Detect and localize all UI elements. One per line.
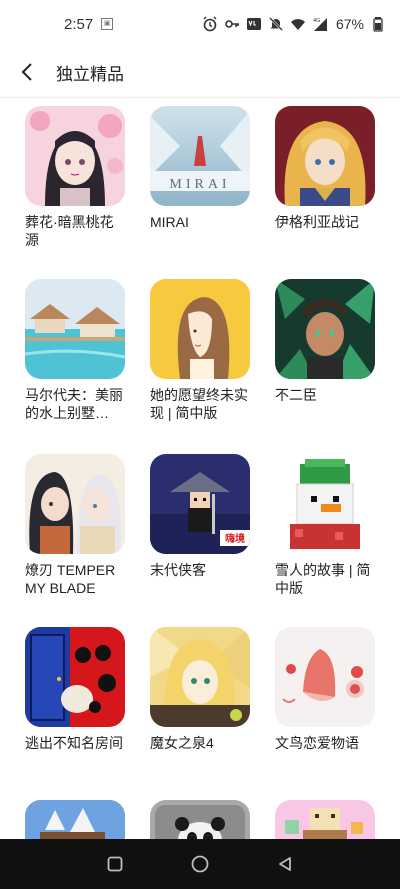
- recents-button[interactable]: [101, 850, 129, 878]
- app-tile[interactable]: 雪人的故事 | 简中版: [275, 454, 379, 597]
- app-name: 伊格利亚战记: [275, 214, 359, 230]
- mute-icon: [268, 16, 284, 32]
- home-circle-icon: [191, 855, 209, 873]
- witch-art: [150, 627, 250, 727]
- pixel-snowman-art: [275, 454, 375, 554]
- status-bar: 2:57 ▣ 4G 67%: [0, 0, 400, 48]
- girl-profile-art: [150, 279, 250, 379]
- back-button[interactable]: [4, 48, 52, 96]
- app-tile[interactable]: 文鸟恋爱物语: [275, 627, 379, 752]
- alarm-icon: [202, 16, 218, 32]
- green-leaves-man-art: [275, 279, 375, 379]
- door-room-art: [25, 627, 125, 727]
- app-tile[interactable]: MIRAI MIRAI: [150, 106, 254, 231]
- app-name: 魔女之泉4: [150, 735, 214, 751]
- key-icon: [224, 16, 240, 32]
- blonde-knight-art: [275, 106, 375, 206]
- app-name: 逃出不知名房间: [25, 735, 123, 751]
- pixel-food-art: [275, 800, 375, 839]
- pixel-swordsman-art: 嗨境: [150, 454, 250, 554]
- app-tile[interactable]: 她的愿望终未实现 | 简中版: [150, 279, 254, 422]
- system-nav-bar: [0, 839, 400, 889]
- app-name: 马尔代夫：美丽的水上别墅…: [25, 387, 123, 421]
- pixel-badge: 嗨境: [225, 532, 245, 545]
- app-tile[interactable]: 马尔代夫：美丽的水上别墅…: [25, 279, 129, 422]
- app-tile[interactable]: [25, 800, 129, 839]
- app-name: 燎刃 TEMPER MY BLADE: [25, 562, 116, 596]
- app-name: 她的愿望终未实现 | 简中版: [150, 387, 248, 421]
- app-name: 雪人的故事 | 简中版: [275, 562, 371, 596]
- app-name: 葬花·暗黑桃花源: [25, 214, 114, 248]
- volte-icon: [246, 16, 262, 32]
- image-icon: ▣: [101, 18, 114, 30]
- status-time: 2:57: [64, 15, 94, 33]
- recents-square-icon: [107, 856, 123, 872]
- anime-girl-sakura-art: [25, 106, 125, 206]
- home-button[interactable]: [186, 850, 214, 878]
- app-tile[interactable]: 魔女之泉4: [150, 627, 254, 752]
- panda-art: [150, 800, 250, 839]
- app-grid: 葬花·暗黑桃花源 MIRAI MIRAI 伊格利亚战记 马尔代夫：美丽的水上别墅…: [0, 98, 400, 839]
- bird-art: [275, 627, 375, 727]
- app-tile[interactable]: 逃出不知名房间: [25, 627, 129, 752]
- app-tile[interactable]: 嗨境 末代侠客: [150, 454, 254, 579]
- app-tile[interactable]: 燎刃 TEMPER MY BLADE: [25, 454, 129, 597]
- app-name: 文鸟恋爱物语: [275, 735, 359, 751]
- wifi-icon: [290, 16, 306, 32]
- ship-art: [25, 800, 125, 839]
- mirai-logo: MIRAI: [169, 177, 230, 192]
- signal-4g-icon: 4G: [312, 16, 328, 32]
- app-name: 末代侠客: [150, 562, 206, 578]
- network-label: 4G: [313, 18, 320, 24]
- page-title: 独立精品: [56, 64, 124, 84]
- battery-icon: [370, 16, 386, 32]
- app-name: MIRAI: [150, 214, 189, 230]
- app-tile[interactable]: [150, 800, 254, 839]
- maldives-villa-art: [25, 279, 125, 379]
- two-swordsmen-art: [25, 454, 125, 554]
- app-tile[interactable]: 伊格利亚战记: [275, 106, 379, 231]
- battery-percent: 67%: [335, 16, 364, 32]
- chevron-left-icon: [21, 63, 32, 81]
- status-icons: 4G 67%: [202, 16, 386, 32]
- app-name: 不二臣: [275, 387, 317, 403]
- app-tile[interactable]: 不二臣: [275, 279, 379, 404]
- back-triangle-icon: [279, 857, 292, 871]
- app-tile[interactable]: [275, 800, 379, 839]
- mirai-art: MIRAI: [150, 106, 250, 206]
- back-nav-button[interactable]: [271, 850, 299, 878]
- app-header: 独立精品: [0, 48, 400, 96]
- app-tile[interactable]: 葬花·暗黑桃花源: [25, 106, 129, 249]
